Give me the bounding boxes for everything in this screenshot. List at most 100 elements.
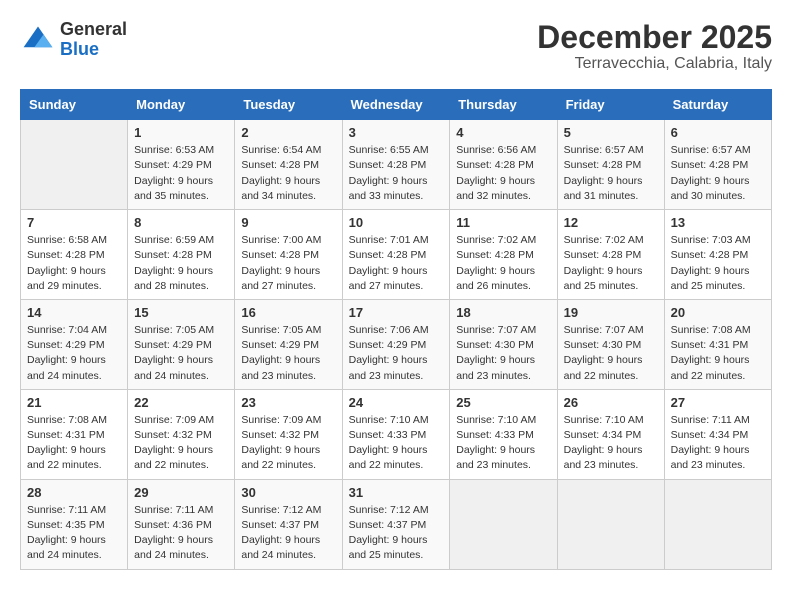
calendar-cell: 30Sunrise: 7:12 AM Sunset: 4:37 PM Dayli… (235, 479, 342, 569)
calendar-cell: 9 Sunrise: 7:00 AM Sunset: 4:28 PM Daylig… (235, 210, 342, 300)
calendar-cell: 14Sunrise: 7:04 AM Sunset: 4:29 PM Dayli… (21, 299, 128, 389)
day-number: 13 (671, 215, 765, 230)
calendar-cell: 7 Sunrise: 6:58 AM Sunset: 4:28 PM Daylig… (21, 210, 128, 300)
week-row-3: 14Sunrise: 7:04 AM Sunset: 4:29 PM Dayli… (21, 299, 772, 389)
calendar-cell: 17Sunrise: 7:06 AM Sunset: 4:29 PM Dayli… (342, 299, 450, 389)
day-number: 29 (134, 485, 228, 500)
day-number: 26 (564, 395, 658, 410)
weekday-header-tuesday: Tuesday (235, 90, 342, 120)
calendar-cell: 6 Sunrise: 6:57 AM Sunset: 4:28 PM Daylig… (664, 120, 771, 210)
weekday-header-sunday: Sunday (21, 90, 128, 120)
calendar-cell: 2 Sunrise: 6:54 AM Sunset: 4:28 PM Daylig… (235, 120, 342, 210)
calendar-cell: 1Sunrise: 6:53 AM Sunset: 4:29 PM Daylig… (128, 120, 235, 210)
day-info: Sunrise: 6:57 AM Sunset: 4:28 PM Dayligh… (564, 143, 658, 204)
day-info: Sunrise: 7:02 AM Sunset: 4:28 PM Dayligh… (564, 233, 658, 294)
calendar-cell: 12 Sunrise: 7:02 AM Sunset: 4:28 PM Dayli… (557, 210, 664, 300)
day-number: 7 (27, 215, 121, 230)
day-info: Sunrise: 6:53 AM Sunset: 4:29 PM Dayligh… (134, 143, 228, 204)
day-number: 20 (671, 305, 765, 320)
weekday-header-wednesday: Wednesday (342, 90, 450, 120)
weekday-header-monday: Monday (128, 90, 235, 120)
day-info: Sunrise: 6:55 AM Sunset: 4:28 PM Dayligh… (349, 143, 444, 204)
day-number: 24 (349, 395, 444, 410)
calendar-cell: 5 Sunrise: 6:57 AM Sunset: 4:28 PM Daylig… (557, 120, 664, 210)
day-info: Sunrise: 7:10 AM Sunset: 4:33 PM Dayligh… (349, 413, 444, 474)
calendar-cell: 24 Sunrise: 7:10 AM Sunset: 4:33 PM Dayli… (342, 389, 450, 479)
day-info: Sunrise: 7:03 AM Sunset: 4:28 PM Dayligh… (671, 233, 765, 294)
day-number: 22 (134, 395, 228, 410)
day-info: Sunrise: 7:08 AM Sunset: 4:31 PM Dayligh… (671, 323, 765, 384)
day-info: Sunrise: 6:56 AM Sunset: 4:28 PM Dayligh… (456, 143, 550, 204)
day-info: Sunrise: 6:57 AM Sunset: 4:28 PM Dayligh… (671, 143, 765, 204)
day-info: Sunrise: 7:07 AM Sunset: 4:30 PM Dayligh… (564, 323, 658, 384)
logo-blue-text: Blue (60, 39, 99, 59)
day-number: 9 (241, 215, 335, 230)
calendar-cell: 4 Sunrise: 6:56 AM Sunset: 4:28 PM Daylig… (450, 120, 557, 210)
weekday-header-row: SundayMondayTuesdayWednesdayThursdayFrid… (21, 90, 772, 120)
day-info: Sunrise: 7:09 AM Sunset: 4:32 PM Dayligh… (134, 413, 228, 474)
calendar-cell: 25 Sunrise: 7:10 AM Sunset: 4:33 PM Dayli… (450, 389, 557, 479)
calendar-cell (664, 479, 771, 569)
calendar-cell: 20 Sunrise: 7:08 AM Sunset: 4:31 PM Dayli… (664, 299, 771, 389)
day-info: Sunrise: 7:07 AM Sunset: 4:30 PM Dayligh… (456, 323, 550, 384)
calendar-cell: 15 Sunrise: 7:05 AM Sunset: 4:29 PM Dayli… (128, 299, 235, 389)
day-number: 2 (241, 125, 335, 140)
weekday-header-thursday: Thursday (450, 90, 557, 120)
day-number: 8 (134, 215, 228, 230)
calendar-cell: 3 Sunrise: 6:55 AM Sunset: 4:28 PM Daylig… (342, 120, 450, 210)
week-row-1: 1Sunrise: 6:53 AM Sunset: 4:29 PM Daylig… (21, 120, 772, 210)
day-number: 28 (27, 485, 121, 500)
weekday-header-friday: Friday (557, 90, 664, 120)
day-info: Sunrise: 6:54 AM Sunset: 4:28 PM Dayligh… (241, 143, 335, 204)
calendar-cell: 28 Sunrise: 7:11 AM Sunset: 4:35 PM Dayli… (21, 479, 128, 569)
calendar-cell: 27 Sunrise: 7:11 AM Sunset: 4:34 PM Dayli… (664, 389, 771, 479)
calendar-cell: 18Sunrise: 7:07 AM Sunset: 4:30 PM Dayli… (450, 299, 557, 389)
day-number: 30 (241, 485, 335, 500)
day-info: Sunrise: 7:11 AM Sunset: 4:35 PM Dayligh… (27, 503, 121, 564)
calendar-cell: 26 Sunrise: 7:10 AM Sunset: 4:34 PM Dayli… (557, 389, 664, 479)
day-info: Sunrise: 7:05 AM Sunset: 4:29 PM Dayligh… (134, 323, 228, 384)
week-row-5: 28 Sunrise: 7:11 AM Sunset: 4:35 PM Dayli… (21, 479, 772, 569)
day-info: Sunrise: 7:10 AM Sunset: 4:33 PM Dayligh… (456, 413, 550, 474)
calendar-cell: 31Sunrise: 7:12 AM Sunset: 4:37 PM Dayli… (342, 479, 450, 569)
day-info: Sunrise: 7:05 AM Sunset: 4:29 PM Dayligh… (241, 323, 335, 384)
calendar-cell: 10Sunrise: 7:01 AM Sunset: 4:28 PM Dayli… (342, 210, 450, 300)
calendar-cell: 16 Sunrise: 7:05 AM Sunset: 4:29 PM Dayli… (235, 299, 342, 389)
logo-general-text: General (60, 19, 127, 39)
calendar-cell: 21Sunrise: 7:08 AM Sunset: 4:31 PM Dayli… (21, 389, 128, 479)
day-info: Sunrise: 7:02 AM Sunset: 4:28 PM Dayligh… (456, 233, 550, 294)
calendar-cell: 11 Sunrise: 7:02 AM Sunset: 4:28 PM Dayli… (450, 210, 557, 300)
day-info: Sunrise: 7:09 AM Sunset: 4:32 PM Dayligh… (241, 413, 335, 474)
day-number: 31 (349, 485, 444, 500)
day-number: 19 (564, 305, 658, 320)
logo-text: General Blue (60, 20, 127, 60)
calendar-cell: 8 Sunrise: 6:59 AM Sunset: 4:28 PM Daylig… (128, 210, 235, 300)
day-number: 6 (671, 125, 765, 140)
week-row-4: 21Sunrise: 7:08 AM Sunset: 4:31 PM Dayli… (21, 389, 772, 479)
month-title: December 2025 (537, 20, 772, 55)
day-number: 15 (134, 305, 228, 320)
day-number: 12 (564, 215, 658, 230)
calendar-table: SundayMondayTuesdayWednesdayThursdayFrid… (20, 89, 772, 569)
day-number: 21 (27, 395, 121, 410)
day-info: Sunrise: 7:11 AM Sunset: 4:34 PM Dayligh… (671, 413, 765, 474)
day-number: 23 (241, 395, 335, 410)
day-number: 3 (349, 125, 444, 140)
calendar-cell: 23 Sunrise: 7:09 AM Sunset: 4:32 PM Dayli… (235, 389, 342, 479)
location-title: Terravecchia, Calabria, Italy (537, 55, 772, 73)
day-number: 5 (564, 125, 658, 140)
day-number: 27 (671, 395, 765, 410)
day-info: Sunrise: 7:10 AM Sunset: 4:34 PM Dayligh… (564, 413, 658, 474)
day-info: Sunrise: 7:11 AM Sunset: 4:36 PM Dayligh… (134, 503, 228, 564)
calendar-cell: 13 Sunrise: 7:03 AM Sunset: 4:28 PM Dayli… (664, 210, 771, 300)
day-number: 25 (456, 395, 550, 410)
calendar-cell: 22 Sunrise: 7:09 AM Sunset: 4:32 PM Dayli… (128, 389, 235, 479)
day-info: Sunrise: 6:58 AM Sunset: 4:28 PM Dayligh… (27, 233, 121, 294)
calendar-cell (21, 120, 128, 210)
day-number: 4 (456, 125, 550, 140)
day-number: 11 (456, 215, 550, 230)
day-info: Sunrise: 6:59 AM Sunset: 4:28 PM Dayligh… (134, 233, 228, 294)
day-info: Sunrise: 7:00 AM Sunset: 4:28 PM Dayligh… (241, 233, 335, 294)
day-number: 16 (241, 305, 335, 320)
logo: General Blue (20, 20, 127, 60)
